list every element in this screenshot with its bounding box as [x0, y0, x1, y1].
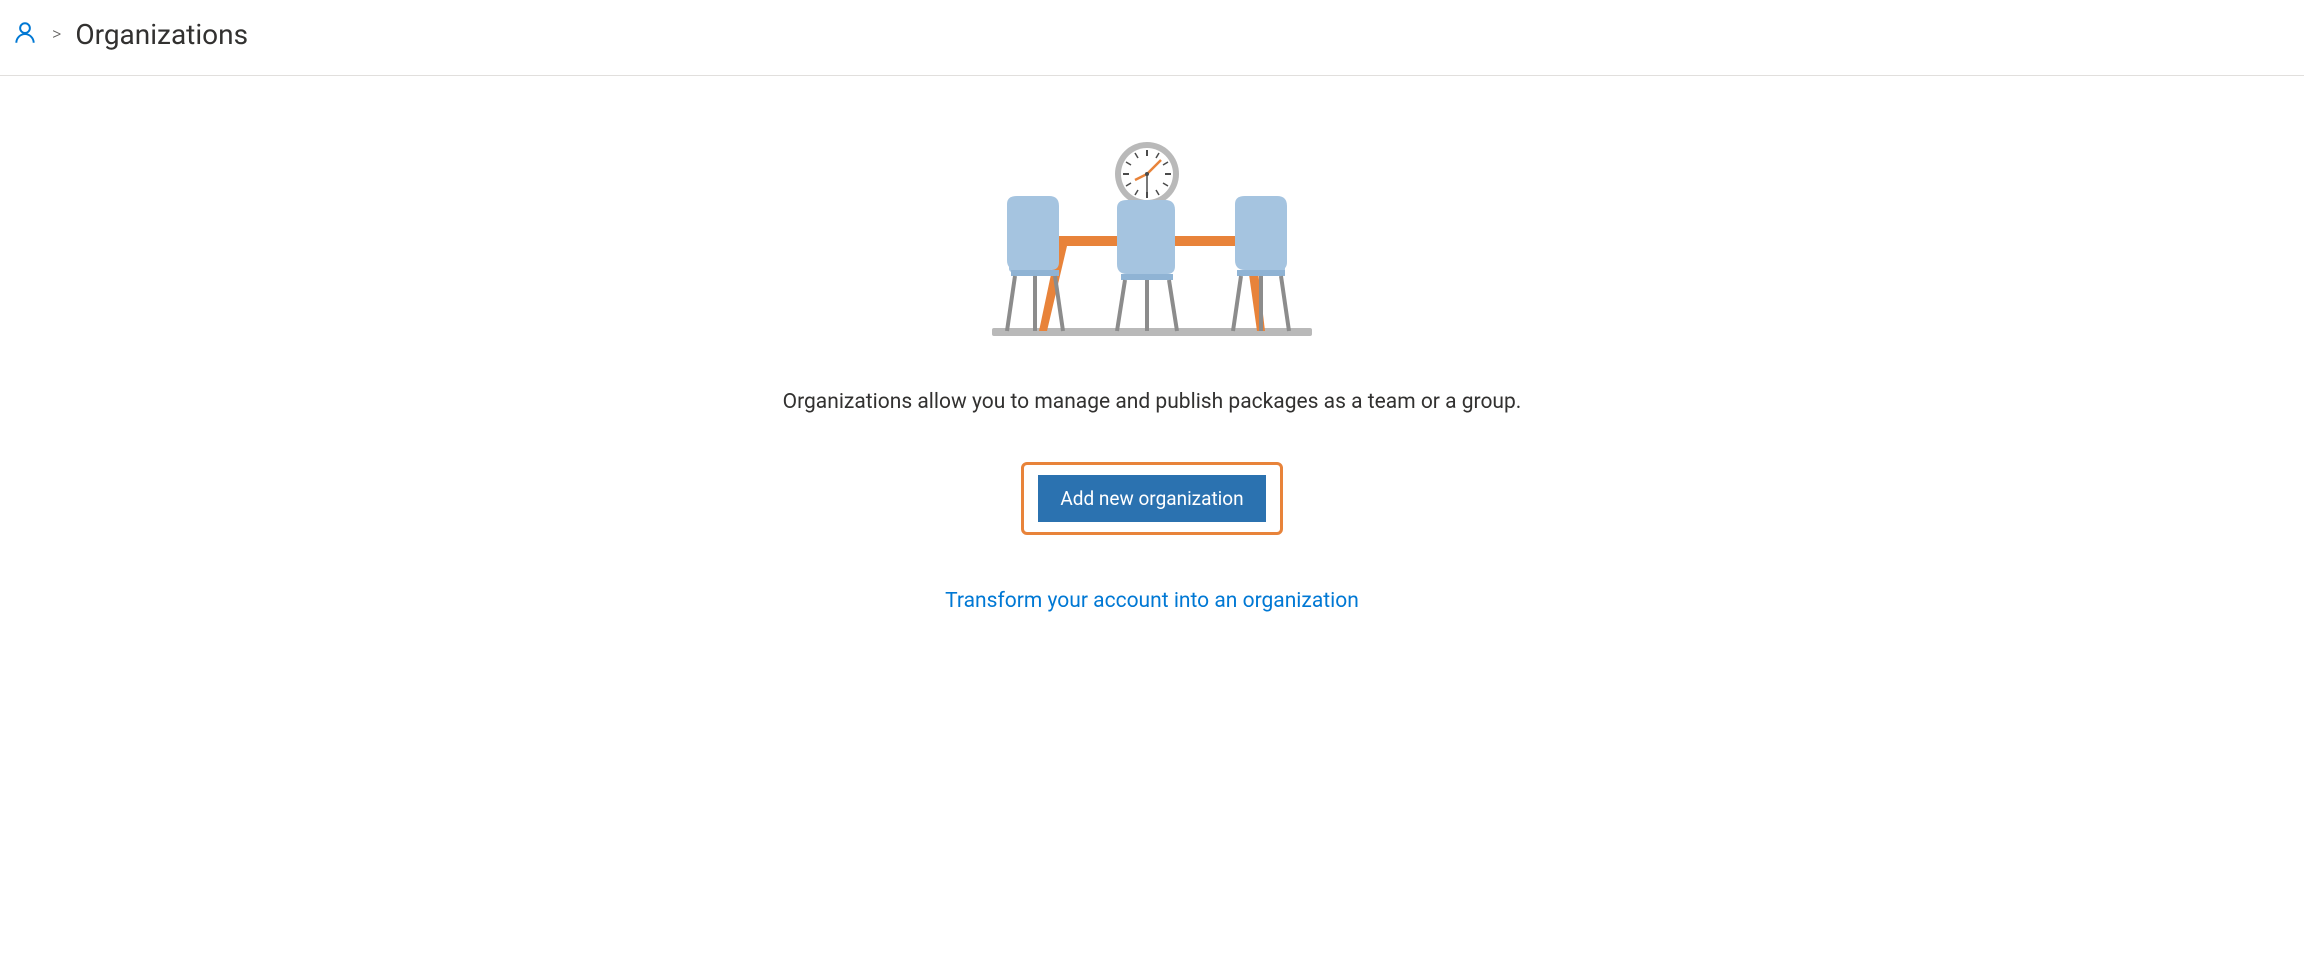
breadcrumb: > Organizations [0, 0, 2304, 76]
breadcrumb-separator: > [52, 24, 61, 45]
meeting-room-illustration [987, 136, 1317, 390]
transform-account-link[interactable]: Transform your account into an organizat… [945, 589, 1359, 613]
user-icon[interactable] [12, 20, 38, 50]
highlight-border: Add new organization [1021, 462, 1282, 535]
organizations-description: Organizations allow you to manage and pu… [783, 390, 1522, 414]
main-content: Organizations allow you to manage and pu… [0, 76, 2304, 613]
add-new-organization-button[interactable]: Add new organization [1038, 475, 1265, 522]
page-title: Organizations [75, 18, 248, 51]
